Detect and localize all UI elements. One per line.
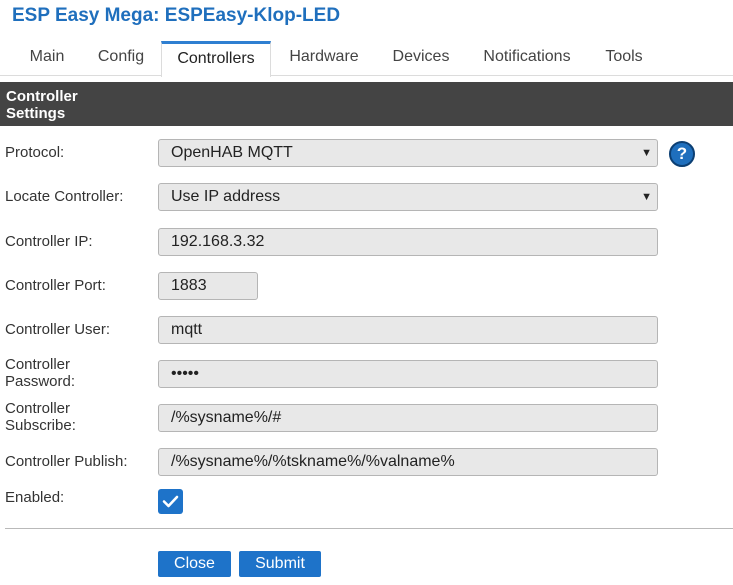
controller-port-input[interactable]: 1883 (158, 272, 258, 300)
tab-main[interactable]: Main (18, 41, 76, 75)
enabled-checkbox[interactable] (158, 489, 183, 514)
controller-port-label: Controller Port: (5, 277, 106, 294)
controller-user-label: Controller User: (5, 321, 111, 338)
tab-hardware[interactable]: Hardware (280, 41, 368, 75)
locate-controller-label: Locate Controller: (5, 188, 124, 205)
controller-subscribe-label: Controller Subscribe: (5, 400, 76, 434)
section-header: Controller Settings (0, 82, 733, 126)
protocol-select[interactable]: OpenHAB MQTT ▼ (158, 139, 658, 167)
tab-bar: Main Config Controllers Hardware Devices… (0, 41, 733, 77)
controller-password-input[interactable]: ••••• (158, 360, 658, 388)
help-icon[interactable]: ? (669, 141, 695, 167)
controller-ip-label: Controller IP: (5, 233, 93, 250)
locate-controller-value: Use IP address (171, 188, 281, 205)
divider (5, 528, 733, 529)
tab-config[interactable]: Config (88, 41, 154, 75)
tab-controllers[interactable]: Controllers (161, 41, 271, 77)
protocol-value: OpenHAB MQTT (171, 144, 293, 161)
tab-tools[interactable]: Tools (596, 41, 652, 75)
tab-devices[interactable]: Devices (382, 41, 460, 75)
controller-password-label: Controller Password: (5, 356, 76, 390)
submit-button[interactable]: Submit (239, 551, 321, 577)
close-button[interactable]: Close (158, 551, 231, 577)
controller-subscribe-input[interactable]: /%sysname%/# (158, 404, 658, 432)
triangle-down-icon: ▼ (641, 191, 652, 203)
controller-publish-input[interactable]: /%sysname%/%tskname%/%valname% (158, 448, 658, 476)
locate-controller-select[interactable]: Use IP address ▼ (158, 183, 658, 211)
protocol-label: Protocol: (5, 144, 65, 161)
page-title: ESP Easy Mega: ESPEasy-Klop-LED (12, 5, 341, 26)
controller-user-input[interactable]: mqtt (158, 316, 658, 344)
tab-notifications[interactable]: Notifications (474, 41, 580, 75)
section-title: Controller Settings (6, 88, 78, 122)
triangle-down-icon: ▼ (641, 147, 652, 159)
checkmark-icon (162, 495, 179, 508)
controller-publish-label: Controller Publish: (5, 453, 128, 470)
enabled-label: Enabled: (5, 489, 65, 506)
controller-ip-input[interactable]: 192.168.3.32 (158, 228, 658, 256)
